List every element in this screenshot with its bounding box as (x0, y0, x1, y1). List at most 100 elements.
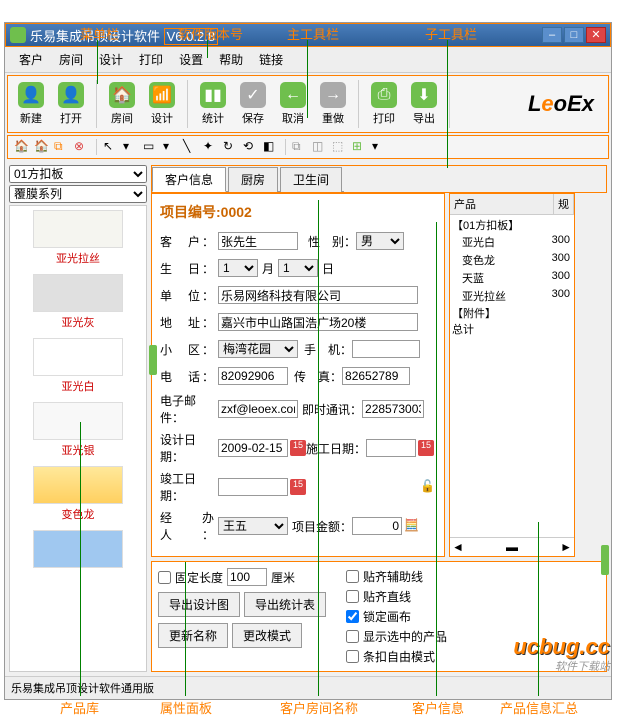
change-mode-button[interactable]: 更改模式 (232, 623, 302, 648)
tb-redo[interactable]: →重做 (314, 80, 352, 128)
tool-icon[interactable]: ⟲ (243, 139, 259, 155)
birth-day-select[interactable]: 1 (278, 259, 318, 277)
fixed-length-input[interactable] (227, 568, 267, 586)
content-area: 01方扣板 覆膜系列 亚光拉丝 亚光灰 亚光白 亚光银 变色龙 客户信息 厨房 … (5, 161, 611, 676)
tabs: 客户信息 厨房 卫生间 (152, 166, 344, 192)
strip-free-checkbox[interactable] (346, 650, 359, 663)
line-icon[interactable]: ╲ (183, 139, 199, 155)
tool-icon[interactable]: ⬚ (332, 139, 348, 155)
tool-icon[interactable]: ↻ (223, 139, 239, 155)
show-selected-checkbox[interactable] (346, 630, 359, 643)
col-product[interactable]: 产品 (450, 194, 554, 214)
fixed-length-checkbox[interactable] (158, 571, 171, 584)
phone-label: 电 话 (160, 368, 218, 385)
scroll-right-icon[interactable]: ► (560, 540, 572, 554)
project-id: 项目编号:0002 (160, 202, 436, 222)
design-date-input[interactable] (218, 439, 288, 457)
lock-icon[interactable]: 🔓 (420, 479, 436, 495)
tb-open[interactable]: 👤打开 (52, 80, 90, 128)
tb-save[interactable]: ✓保存 (234, 80, 272, 128)
swatch-item[interactable]: 亚光白 (10, 334, 146, 398)
arrow-left-icon: ← (280, 82, 306, 108)
scroll-handle-right[interactable] (601, 545, 609, 575)
tab-customer-info[interactable]: 客户信息 (152, 167, 226, 192)
tool-icon[interactable]: ✦ (203, 139, 219, 155)
close-button[interactable]: ✕ (586, 27, 606, 43)
annotation-line (436, 222, 437, 696)
grid-icon[interactable]: ⊞ (352, 139, 368, 155)
tb-design[interactable]: 📶设计 (143, 80, 181, 128)
delete-icon[interactable]: ⊗ (74, 139, 90, 155)
copy-icon[interactable]: ⧉ (54, 139, 70, 155)
tool-icon[interactable]: ◫ (312, 139, 328, 155)
export-stats-button[interactable]: 导出统计表 (244, 592, 326, 617)
fax-input[interactable] (342, 367, 410, 385)
tool-icon[interactable]: ⧉ (292, 139, 308, 155)
pointer-icon[interactable]: ↖ (103, 139, 119, 155)
scroll-handle-left[interactable] (149, 345, 157, 375)
finish-date-input[interactable] (218, 478, 288, 496)
menu-room[interactable]: 房间 (51, 49, 91, 70)
tb-new[interactable]: 👤新建 (12, 80, 50, 128)
menubar: 客户 房间 设计 打印 设置 帮助 链接 (5, 47, 611, 73)
scroll-thumb[interactable]: ▬ (506, 540, 518, 554)
tab-bathroom[interactable]: 卫生间 (280, 167, 342, 192)
summary-total: 总计 (452, 321, 572, 337)
rect-icon[interactable]: ▭ (143, 139, 159, 155)
swatch-item[interactable]: 变色龙 (10, 462, 146, 526)
lock-canvas-checkbox[interactable] (346, 610, 359, 623)
tb-stats[interactable]: ▮▮统计 (194, 80, 232, 128)
swatch-item[interactable]: 亚光拉丝 (10, 206, 146, 270)
show-selected-label: 显示选中的产品 (363, 628, 447, 645)
swatch-item[interactable] (10, 526, 146, 574)
tb-export[interactable]: ⬇导出 (405, 80, 443, 128)
update-name-button[interactable]: 更新名称 (158, 623, 228, 648)
tool-icon[interactable]: ◧ (263, 139, 279, 155)
tb-room[interactable]: 🏠房间 (103, 80, 141, 128)
maximize-button[interactable]: □ (564, 27, 584, 43)
annotation-custinfo: 客户信息 (412, 698, 464, 717)
menu-print[interactable]: 打印 (131, 49, 171, 70)
scroll-left-icon[interactable]: ◄ (452, 540, 464, 554)
handler-select[interactable]: 王五 (218, 517, 288, 535)
summary-scroll[interactable]: ◄ ▬ ► (450, 537, 574, 556)
dropdown-icon[interactable]: ▾ (123, 139, 139, 155)
amount-input[interactable] (352, 517, 402, 535)
calculator-icon[interactable]: 🧮 (404, 518, 420, 534)
mobile-input[interactable] (352, 340, 420, 358)
gender-select[interactable]: 男 (356, 232, 404, 250)
snap-line-checkbox[interactable] (346, 590, 359, 603)
swatch-item[interactable]: 亚光灰 (10, 270, 146, 334)
home-icon[interactable]: 🏠 (14, 139, 30, 155)
category-select-2[interactable]: 覆膜系列 (9, 185, 147, 203)
snap-guide-checkbox[interactable] (346, 570, 359, 583)
swatch-item[interactable]: 亚光银 (10, 398, 146, 462)
menu-links[interactable]: 链接 (251, 49, 291, 70)
home-plus-icon[interactable]: 🏠 (34, 139, 50, 155)
category-select-1[interactable]: 01方扣板 (9, 165, 147, 183)
tab-kitchen[interactable]: 厨房 (228, 167, 278, 192)
calendar-icon[interactable]: 15 (290, 440, 306, 456)
annotation-line (307, 40, 308, 118)
swatch-list[interactable]: 亚光拉丝 亚光灰 亚光白 亚光银 变色龙 (9, 205, 147, 672)
phone-input[interactable] (218, 367, 288, 385)
dropdown-icon[interactable]: ▾ (372, 139, 388, 155)
tb-print[interactable]: ⎙打印 (365, 80, 403, 128)
menu-settings[interactable]: 设置 (171, 49, 211, 70)
col-spec[interactable]: 规 (554, 194, 574, 214)
customer-label: 客 户 (160, 233, 218, 250)
email-input[interactable] (218, 400, 298, 418)
birth-month-select[interactable]: 1 (218, 259, 258, 277)
customer-input[interactable] (218, 232, 298, 250)
work-date-input[interactable] (366, 439, 416, 457)
calendar-icon[interactable]: 15 (290, 479, 306, 495)
annotation-line (80, 422, 81, 696)
im-input[interactable] (362, 400, 424, 418)
minimize-button[interactable]: – (542, 27, 562, 43)
menu-customer[interactable]: 客户 (11, 49, 51, 70)
dropdown-icon[interactable]: ▾ (163, 139, 179, 155)
export-design-button[interactable]: 导出设计图 (158, 592, 240, 617)
menu-help[interactable]: 帮助 (211, 49, 251, 70)
district-select[interactable]: 梅湾花园 (218, 340, 298, 358)
calendar-icon[interactable]: 15 (418, 440, 434, 456)
